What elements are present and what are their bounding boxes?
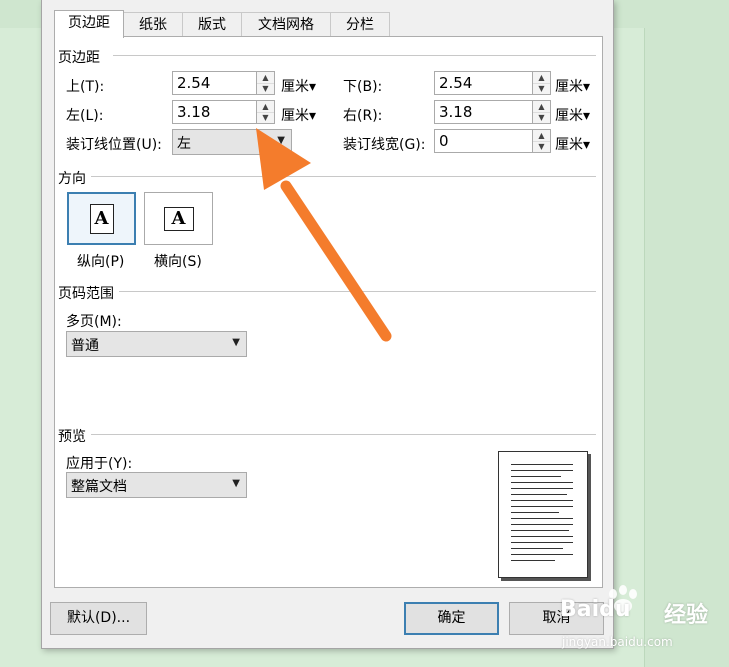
section-divider [91, 434, 596, 435]
gutter-width-input[interactable]: 0 ▲ ▼ [434, 129, 551, 153]
gutter-width-value: 0 [439, 132, 449, 150]
bottom-margin-value: 2.54 [439, 74, 473, 92]
portrait-label[interactable]: 纵向(P) [77, 251, 124, 271]
spin-down-icon[interactable]: ▼ [533, 112, 550, 123]
preview-section-title: 预览 [58, 429, 86, 445]
spin-down-icon[interactable]: ▼ [533, 141, 550, 152]
section-divider [113, 55, 596, 56]
landscape-label[interactable]: 横向(S) [154, 251, 202, 271]
left-margin-unit[interactable]: 厘米▾ [281, 105, 316, 125]
margins-section-title: 页边距 [58, 50, 100, 66]
spin-down-icon[interactable]: ▼ [257, 112, 274, 123]
gutter-position-select[interactable]: 左 ▼ [172, 129, 292, 155]
top-margin-value: 2.54 [177, 74, 211, 92]
tab-columns[interactable]: 分栏 [330, 12, 390, 37]
tab-margins[interactable]: 页边距 [54, 10, 124, 38]
dropdown-arrow-icon: ▼ [277, 135, 285, 146]
landscape-option[interactable]: A [144, 192, 213, 245]
portrait-option[interactable]: A [67, 192, 136, 245]
landscape-page-icon: A [163, 206, 194, 231]
tab-paper[interactable]: 纸张 [123, 12, 183, 37]
section-divider [119, 291, 596, 292]
top-margin-unit[interactable]: 厘米▾ [281, 76, 316, 96]
gutter-width-unit[interactable]: 厘米▾ [555, 134, 590, 154]
bottom-margin-unit[interactable]: 厘米▾ [555, 76, 590, 96]
right-margin-value: 3.18 [439, 103, 473, 121]
page-preview [498, 451, 588, 578]
tab-layout[interactable]: 版式 [182, 12, 242, 37]
margins-panel: 页边距 上(T): 2.54 ▲ ▼ 厘米▾ 下(B): 2.54 ▲ ▼ 厘米… [54, 36, 603, 588]
apply-to-select[interactable]: 整篇文档 ▼ [66, 472, 247, 498]
spin-down-icon[interactable]: ▼ [257, 83, 274, 94]
watermark-brand: Baidu [560, 597, 631, 622]
gutter-position-label: 装订线位置(U): [66, 137, 162, 153]
dropdown-arrow-icon: ▼ [232, 478, 240, 489]
spin-down-icon[interactable]: ▼ [533, 83, 550, 94]
ok-button[interactable]: 确定 [404, 602, 499, 635]
left-margin-input[interactable]: 3.18 ▲ ▼ [172, 100, 275, 124]
right-margin-input[interactable]: 3.18 ▲ ▼ [434, 100, 551, 124]
right-margin-unit[interactable]: 厘米▾ [555, 105, 590, 125]
top-margin-input[interactable]: 2.54 ▲ ▼ [172, 71, 275, 95]
tab-document-grid[interactable]: 文档网格 [241, 12, 331, 37]
baidu-watermark: Baidu 经验 jingyan.baidu.com [560, 585, 728, 667]
gutter-position-value: 左 [177, 136, 191, 152]
section-divider [91, 176, 596, 177]
apply-to-label: 应用于(Y): [66, 456, 133, 472]
left-margin-value: 3.18 [177, 103, 211, 121]
portrait-page-icon: A [89, 203, 114, 234]
orientation-section-title: 方向 [58, 171, 86, 187]
dropdown-arrow-icon: ▼ [232, 337, 240, 348]
watermark-brand-cn: 经验 [664, 603, 709, 628]
apply-to-value: 整篇文档 [71, 479, 127, 495]
multiple-pages-label: 多页(M): [66, 314, 122, 330]
multiple-pages-select[interactable]: 普通 ▼ [66, 331, 247, 357]
page-setup-dialog: 页边距 纸张 版式 文档网格 分栏 页边距 上(T): 2.54 ▲ ▼ 厘米▾… [41, 0, 614, 649]
pages-section-title: 页码范围 [58, 286, 114, 302]
default-button[interactable]: 默认(D)... [50, 602, 147, 635]
watermark-url: jingyan.baidu.com [562, 635, 673, 649]
top-margin-label: 上(T): [66, 79, 105, 95]
left-margin-label: 左(L): [66, 108, 104, 124]
right-margin-label: 右(R): [343, 108, 383, 124]
bottom-margin-input[interactable]: 2.54 ▲ ▼ [434, 71, 551, 95]
multiple-pages-value: 普通 [71, 338, 99, 354]
bottom-margin-label: 下(B): [343, 79, 383, 95]
gutter-width-label: 装订线宽(G): [343, 137, 426, 153]
